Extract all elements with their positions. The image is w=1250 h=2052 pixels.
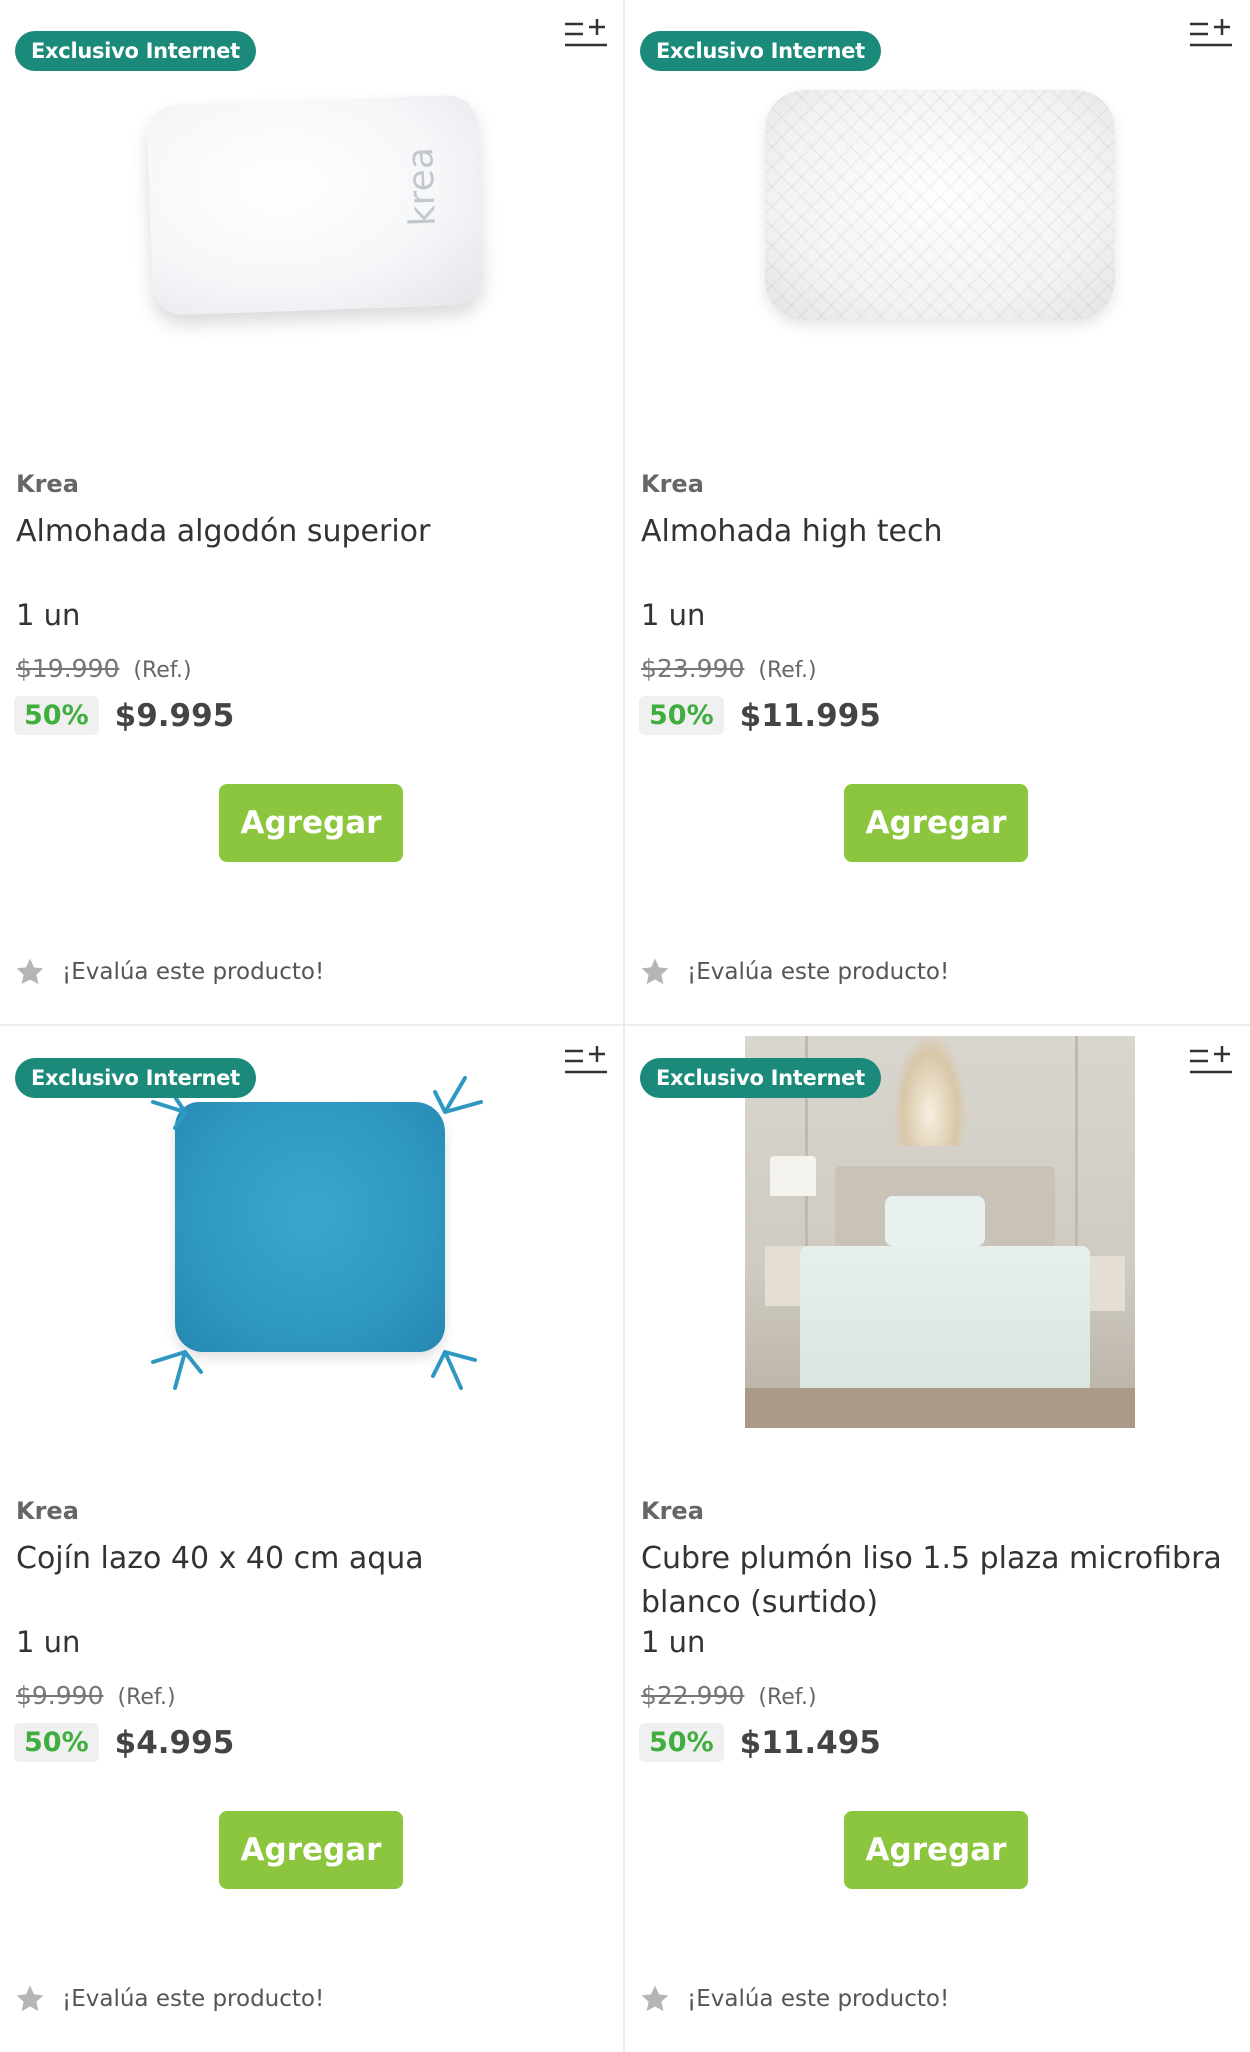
discount-badge: 50% bbox=[14, 1723, 99, 1762]
add-to-cart-button[interactable]: Agregar bbox=[844, 784, 1028, 862]
price-row: 50% $9.995 bbox=[14, 696, 234, 735]
pillow-logo-text: krea bbox=[400, 146, 444, 227]
rate-label[interactable]: ¡Evalúa este producto! bbox=[62, 1986, 324, 2012]
compare-add-icon[interactable] bbox=[1188, 18, 1234, 50]
old-price: $22.990 bbox=[641, 1681, 745, 1710]
compare-add-icon[interactable] bbox=[1188, 1045, 1234, 1077]
compare-add-icon[interactable] bbox=[563, 1045, 609, 1077]
row-divider bbox=[0, 1024, 1250, 1026]
exclusive-badge: Exclusivo Internet bbox=[15, 31, 256, 71]
price-row: 50% $11.495 bbox=[639, 1723, 881, 1762]
product-brand: Krea bbox=[16, 470, 79, 498]
ref-label: (Ref.) bbox=[133, 658, 192, 683]
star-icon[interactable] bbox=[14, 956, 46, 988]
product-unit: 1 un bbox=[16, 598, 81, 632]
add-to-cart-button[interactable]: Agregar bbox=[219, 784, 403, 862]
product-card[interactable]: Exclusivo Internet krea Krea Almohada al… bbox=[0, 0, 623, 1024]
ref-label: (Ref.) bbox=[117, 1685, 176, 1710]
rate-product-link[interactable]: ¡Evalúa este producto! bbox=[639, 1983, 949, 2015]
star-icon[interactable] bbox=[639, 956, 671, 988]
exclusive-badge: Exclusivo Internet bbox=[15, 1058, 256, 1098]
exclusive-badge: Exclusivo Internet bbox=[640, 1058, 881, 1098]
product-unit: 1 un bbox=[641, 598, 706, 632]
rate-product-link[interactable]: ¡Evalúa este producto! bbox=[14, 956, 324, 988]
product-card[interactable]: Exclusivo Internet Krea Almohada high te… bbox=[625, 0, 1248, 1024]
exclusive-badge: Exclusivo Internet bbox=[640, 31, 881, 71]
floor bbox=[745, 1388, 1135, 1428]
star-icon[interactable] bbox=[639, 1983, 671, 2015]
compare-add-icon[interactable] bbox=[563, 18, 609, 50]
product-grid: Exclusivo Internet krea Krea Almohada al… bbox=[0, 0, 1250, 2052]
product-name[interactable]: Almohada high tech bbox=[641, 510, 1241, 554]
rate-product-link[interactable]: ¡Evalúa este producto! bbox=[14, 1983, 324, 2015]
old-price: $9.990 bbox=[16, 1681, 104, 1710]
price-row: 50% $11.995 bbox=[639, 696, 881, 735]
rate-label[interactable]: ¡Evalúa este producto! bbox=[687, 959, 949, 985]
add-to-cart-button[interactable]: Agregar bbox=[844, 1811, 1028, 1889]
product-unit: 1 un bbox=[16, 1625, 81, 1659]
product-name[interactable]: Cojín lazo 40 x 40 cm aqua bbox=[16, 1537, 616, 1581]
current-price: $11.495 bbox=[739, 1724, 881, 1761]
product-unit: 1 un bbox=[641, 1625, 706, 1659]
aqua-cushion-image bbox=[135, 1052, 495, 1412]
reference-price-row: $23.990 (Ref.) bbox=[641, 654, 817, 683]
bed-pillow bbox=[885, 1196, 985, 1246]
tie-icon bbox=[151, 1350, 203, 1390]
star-icon[interactable] bbox=[14, 1983, 46, 2015]
discount-badge: 50% bbox=[14, 696, 99, 735]
ref-label: (Ref.) bbox=[758, 1685, 817, 1710]
current-price: $9.995 bbox=[114, 697, 235, 734]
product-card[interactable]: Exclusivo Internet Krea Cojín lazo 40 x … bbox=[0, 1027, 623, 2051]
quilted-pillow-image bbox=[765, 90, 1115, 320]
add-to-cart-button[interactable]: Agregar bbox=[219, 1811, 403, 1889]
product-brand: Krea bbox=[641, 470, 704, 498]
old-price: $23.990 bbox=[641, 654, 745, 683]
lamp bbox=[770, 1156, 816, 1196]
rate-label[interactable]: ¡Evalúa este producto! bbox=[687, 1986, 949, 2012]
discount-badge: 50% bbox=[639, 1723, 724, 1762]
price-row: 50% $4.995 bbox=[14, 1723, 234, 1762]
current-price: $11.995 bbox=[739, 697, 881, 734]
old-price: $19.990 bbox=[16, 654, 120, 683]
product-card[interactable]: Exclusivo Internet Krea Cubre plumón lis… bbox=[625, 1027, 1248, 2051]
rate-label[interactable]: ¡Evalúa este producto! bbox=[62, 959, 324, 985]
reference-price-row: $9.990 (Ref.) bbox=[16, 1681, 176, 1710]
cushion-body bbox=[175, 1102, 445, 1352]
ref-label: (Ref.) bbox=[758, 658, 817, 683]
product-brand: Krea bbox=[641, 1497, 704, 1525]
current-price: $4.995 bbox=[114, 1724, 235, 1761]
discount-badge: 50% bbox=[639, 696, 724, 735]
tie-icon bbox=[431, 1350, 477, 1390]
product-name[interactable]: Cubre plumón liso 1.5 plaza microfibra b… bbox=[641, 1537, 1241, 1625]
tie-icon bbox=[433, 1076, 483, 1114]
product-brand: Krea bbox=[16, 1497, 79, 1525]
chandelier bbox=[895, 1036, 965, 1146]
reference-price-row: $22.990 (Ref.) bbox=[641, 1681, 817, 1710]
reference-price-row: $19.990 (Ref.) bbox=[16, 654, 192, 683]
pillow-image: krea bbox=[146, 94, 484, 316]
rate-product-link[interactable]: ¡Evalúa este producto! bbox=[639, 956, 949, 988]
product-name[interactable]: Almohada algodón superior bbox=[16, 510, 616, 554]
